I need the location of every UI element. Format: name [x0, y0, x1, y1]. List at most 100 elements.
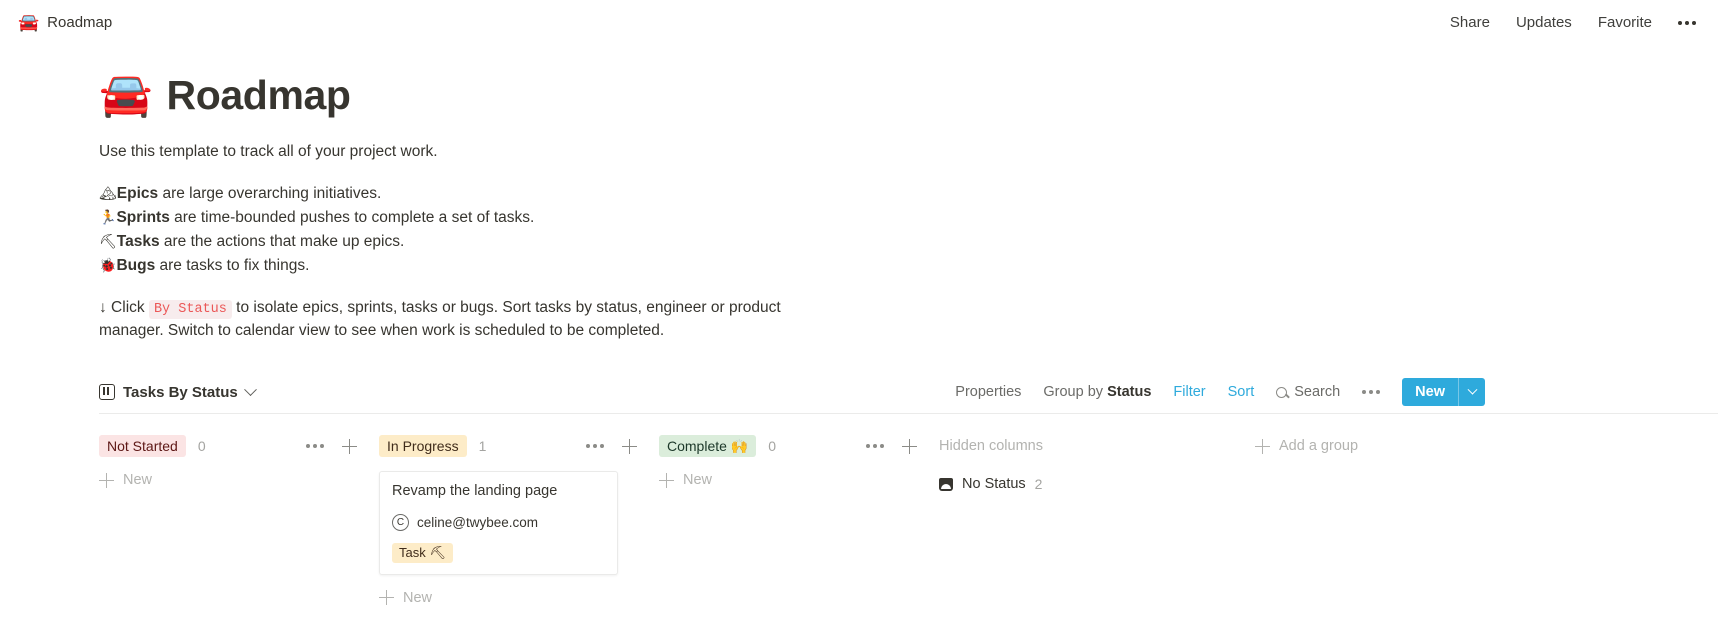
status-badge[interactable]: Complete 🙌 [659, 435, 757, 458]
group-by-value: Status [1107, 384, 1152, 401]
board-column-not-started: Not Started 0 New [99, 435, 379, 488]
page-content: 🚘 Roadmap Use this template to track all… [0, 72, 1718, 606]
sort-button[interactable]: Sort [1228, 384, 1255, 400]
view-more-horizontal-icon[interactable] [1362, 390, 1381, 395]
search-button[interactable]: Search [1276, 384, 1340, 400]
column-count: 0 [197, 438, 206, 455]
column-actions [306, 438, 357, 454]
hidden-column-name: No Status [962, 476, 1026, 493]
column-count: 1 [478, 438, 487, 455]
definition-term: Tasks [116, 233, 160, 251]
chevron-down-icon[interactable] [243, 383, 257, 396]
board-card[interactable]: Revamp the landing page C celine@twybee.… [379, 471, 618, 575]
toolbar-divider [99, 413, 1718, 415]
filter-button[interactable]: Filter [1173, 384, 1205, 400]
definition-term: Epics [116, 185, 159, 203]
column-actions [586, 438, 637, 454]
definition-line-sprints: 🏃Sprints are time-bounded pushes to comp… [99, 206, 1718, 230]
add-card-button[interactable]: New [379, 590, 659, 606]
definition-text: are tasks to fix things. [155, 257, 310, 275]
favorite-button[interactable]: Favorite [1598, 14, 1652, 31]
view-toolbar-actions: Properties Group by Status Filter Sort S… [955, 378, 1485, 407]
top-bar: 🚘 Roadmap Share Updates Favorite [0, 0, 1718, 45]
page-title-row: 🚘 Roadmap [99, 72, 1718, 119]
column-add-icon[interactable] [342, 438, 357, 454]
view-name-label: Tasks By Status [123, 383, 238, 401]
definition-line-bugs: 🐞Bugs are tasks to fix things. [99, 254, 1718, 278]
new-button[interactable]: New [1402, 378, 1485, 407]
page-icon-emoji[interactable]: 🚘 [99, 74, 153, 117]
group-by-button[interactable]: Group by Status [1043, 384, 1151, 400]
search-icon [1276, 386, 1288, 398]
search-label: Search [1294, 384, 1341, 401]
plus-icon [659, 472, 674, 488]
breadcrumb[interactable]: 🚘 Roadmap [18, 14, 112, 31]
breadcrumb-label[interactable]: Roadmap [47, 14, 112, 31]
group-by-prefix: Group by [1043, 384, 1108, 401]
definition-text: are the actions that make up epics. [159, 233, 405, 251]
view-toolbar: Tasks By Status Properties Group by Stat… [99, 375, 1718, 409]
plus-icon [379, 590, 394, 606]
definition-line-epics: 🏔Epics are large overarching initiatives… [99, 182, 1718, 206]
card-type-badge: Task ⛏ [392, 542, 453, 563]
new-button-label: New [1415, 384, 1445, 401]
column-header: Not Started 0 [99, 435, 379, 458]
page-emoji-icon: 🚘 [18, 13, 40, 32]
column-more-horizontal-icon[interactable] [866, 444, 884, 449]
properties-button[interactable]: Properties [955, 384, 1021, 400]
add-card-button[interactable]: New [99, 472, 379, 488]
board-column-complete: Complete 🙌 0 New [659, 435, 939, 488]
more-horizontal-icon[interactable] [1678, 20, 1696, 25]
card-assignee: C celine@twybee.com [392, 513, 605, 531]
definition-term: Sprints [116, 209, 170, 227]
hidden-column-no-status[interactable]: No Status 2 [939, 476, 1239, 492]
pick-icon: ⛏ [99, 233, 117, 250]
avatar: C [392, 513, 409, 531]
plus-icon [99, 472, 114, 488]
runner-icon: 🏃 [99, 209, 117, 226]
definition-text: are large overarching initiatives. [158, 185, 382, 203]
definition-text: are time-bounded pushes to complete a se… [169, 209, 535, 227]
bug-icon: 🐞 [99, 257, 117, 274]
hidden-columns-section: Hidden columns No Status 2 [939, 435, 1239, 492]
card-title: Revamp the landing page [392, 483, 558, 500]
instructions-prefix: ↓ Click [99, 299, 149, 317]
status-badge[interactable]: In Progress [379, 435, 467, 458]
status-badge[interactable]: Not Started [99, 435, 186, 458]
add-card-label: New [683, 472, 713, 489]
chevron-down-icon [1467, 384, 1477, 395]
add-card-label: New [403, 589, 433, 606]
plus-icon [1255, 438, 1270, 454]
page-intro-text: Use this template to track all of your p… [99, 143, 438, 160]
share-button[interactable]: Share [1450, 14, 1490, 31]
column-add-icon[interactable] [902, 438, 917, 454]
add-card-button[interactable]: New [659, 472, 939, 488]
hidden-columns-label: Hidden columns [939, 438, 1043, 455]
top-bar-actions: Share Updates Favorite [1450, 14, 1696, 31]
column-add-icon[interactable] [622, 438, 637, 454]
add-group-label: Add a group [1279, 438, 1359, 455]
column-more-horizontal-icon[interactable] [306, 444, 324, 449]
board-column-in-progress: In Progress 1 Revamp the landing page C … [379, 435, 659, 606]
new-button-dropdown[interactable] [1458, 378, 1485, 407]
assignee-email: celine@twybee.com [417, 514, 539, 530]
board-view-icon [99, 384, 115, 401]
column-header: Complete 🙌 0 [659, 435, 939, 458]
instructions-paragraph: ↓ Click By Status to isolate epics, spri… [99, 297, 814, 343]
hidden-column-count: 2 [1034, 476, 1043, 493]
page-title[interactable]: Roadmap [167, 72, 351, 119]
add-group-button[interactable]: Add a group [1255, 435, 1358, 457]
definition-term: Bugs [116, 257, 156, 275]
definition-line-tasks: ⛏Tasks are the actions that make up epic… [99, 230, 1718, 254]
column-more-horizontal-icon[interactable] [586, 444, 604, 449]
inline-code-by-status: By Status [148, 300, 232, 320]
column-actions [866, 438, 917, 454]
tab-tasks-by-status[interactable]: Tasks By Status [99, 383, 257, 401]
kanban-board: Not Started 0 New In Progress 1 Revamp t… [99, 435, 1718, 606]
column-header: In Progress 1 [379, 435, 659, 458]
hide-icon [939, 477, 953, 491]
column-count: 0 [768, 438, 777, 455]
updates-button[interactable]: Updates [1516, 14, 1572, 31]
add-card-label: New [123, 472, 153, 489]
